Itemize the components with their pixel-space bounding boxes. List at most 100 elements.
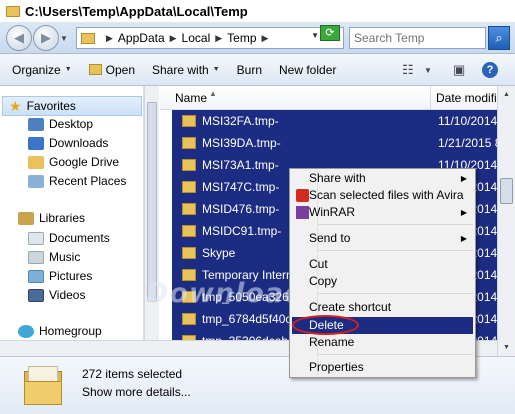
nav-item-google-drive[interactable]: Google Drive (28, 155, 119, 169)
forward-arrow-icon: ▶ (41, 30, 51, 45)
menu-item-cut[interactable]: Cut (292, 256, 473, 273)
nav-libraries[interactable]: Libraries (18, 211, 85, 225)
nav-item-videos[interactable]: Videos (28, 288, 85, 302)
submenu-arrow-icon: ▶ (460, 234, 467, 243)
folder-icon (182, 225, 196, 237)
menu-item-winrar[interactable]: WinRAR ▶ (292, 204, 473, 221)
nav-item-desktop[interactable]: Desktop (28, 117, 93, 131)
chevron-right-icon[interactable]: ▶ (170, 33, 177, 44)
search-icon: ⌕ (495, 30, 503, 45)
share-with-button[interactable]: Share with ▼ (152, 63, 220, 77)
menu-item-send-to[interactable]: Send to ▶ (292, 230, 473, 247)
caret-down-icon[interactable]: ▼ (424, 66, 432, 75)
folder-icon (182, 247, 196, 259)
submenu-arrow-icon: ▶ (460, 174, 467, 183)
menu-item-create-shortcut[interactable]: Create shortcut (292, 299, 473, 316)
caret-down-icon: ▼ (212, 66, 220, 73)
nav-item-label: Desktop (49, 117, 94, 131)
folder-icon (182, 313, 196, 325)
folder-front-part (24, 381, 62, 405)
nav-item-label: Videos (49, 288, 86, 302)
column-divider[interactable] (430, 86, 431, 110)
file-list-scrollbar[interactable]: ▲ ▼ (497, 86, 515, 356)
menu-item-label: Scan selected files with Avira (309, 188, 464, 202)
view-options-icon[interactable]: ☷ (402, 62, 414, 78)
column-header: Name ▲ Date modifie (160, 86, 497, 110)
breadcrumb-temp[interactable]: Temp (227, 31, 256, 45)
nav-item-documents[interactable]: Documents (28, 231, 110, 245)
breadcrumb-local[interactable]: Local (182, 31, 211, 45)
burn-label: Burn (236, 62, 262, 77)
pictures-icon (28, 269, 44, 283)
libraries-icon (18, 211, 34, 225)
refresh-button[interactable]: ⟳ (320, 25, 340, 41)
nav-item-label: Documents (49, 231, 110, 245)
caret-down-icon: ▼ (64, 66, 72, 73)
nav-scroll-thumb[interactable] (147, 102, 157, 302)
forward-button[interactable]: ▶ (33, 25, 59, 51)
new-folder-button[interactable]: New folder (279, 63, 336, 77)
menu-item-share-with[interactable]: Share with ▶ (292, 170, 473, 187)
organize-button[interactable]: Organize ▼ (12, 63, 72, 77)
preview-pane-icon[interactable]: ▣ (453, 62, 465, 78)
refresh-icon: ⟳ (325, 27, 335, 39)
open-label: Open (105, 62, 135, 77)
open-button[interactable]: Open (88, 62, 135, 77)
nav-scrollbar[interactable] (144, 86, 159, 356)
folder-icon (182, 269, 196, 281)
file-row[interactable]: MSI39DA.tmp- 1/21/2015 8 (172, 132, 497, 154)
file-row[interactable]: MSI32FA.tmp- 11/10/2014 (172, 110, 497, 132)
downloads-icon (28, 136, 44, 150)
nav-favorites[interactable]: ★ Favorites (2, 96, 142, 116)
menu-separator (318, 250, 473, 251)
column-date-header[interactable]: Date modifie (436, 91, 497, 105)
nav-item-recent-places[interactable]: Recent Places (28, 174, 126, 188)
sort-ascending-icon: ▲ (209, 89, 217, 98)
file-name: MSI32FA.tmp- (202, 114, 279, 128)
recent-pages-dropdown[interactable]: ▼ (60, 34, 68, 43)
nav-item-downloads[interactable]: Downloads (28, 136, 108, 150)
nav-favorites-label: Favorites (26, 99, 76, 113)
chevron-right-icon[interactable]: ▶ (215, 33, 222, 44)
nav-item-music[interactable]: Music (28, 250, 80, 264)
folder-icon (182, 203, 196, 215)
nav-libraries-label: Libraries (39, 211, 86, 225)
back-button[interactable]: ◀ (6, 25, 32, 51)
new-folder-label: New folder (279, 62, 337, 77)
nav-item-pictures[interactable]: Pictures (28, 269, 92, 283)
navigation-pane: ★ Favorites Desktop Downloads Google Dri… (0, 86, 144, 356)
homegroup-icon (18, 324, 34, 338)
menu-separator (318, 293, 473, 294)
nav-item-label: Music (49, 250, 81, 264)
menu-item-copy[interactable]: Copy (292, 273, 473, 290)
selected-count: 272 items selected (82, 367, 183, 381)
menu-separator (318, 354, 473, 355)
address-bar-row: ◀ ▶ ▼ ▶ AppData ▶ Local ▶ Temp ▶ ▼ ⟳ ⌕ (0, 22, 515, 54)
folder-icon (182, 137, 196, 149)
breadcrumb-appdata[interactable]: AppData (118, 31, 165, 45)
menu-item-label: Send to (309, 231, 351, 245)
documents-icon (28, 231, 44, 245)
burn-button[interactable]: Burn (237, 63, 262, 77)
column-name-header[interactable]: Name (175, 91, 207, 105)
folder-icon (182, 181, 196, 193)
search-button[interactable]: ⌕ (488, 26, 510, 50)
help-icon[interactable]: ? (482, 62, 498, 78)
menu-item-properties[interactable]: Properties (292, 359, 473, 376)
file-name: MSI39DA.tmp- (202, 136, 281, 150)
file-list-scroll-thumb[interactable] (500, 178, 513, 204)
scroll-down-icon[interactable]: ▼ (500, 341, 513, 354)
address-box[interactable]: ▶ AppData ▶ Local ▶ Temp ▶ ▼ (76, 27, 344, 49)
scroll-up-icon[interactable]: ▲ (500, 88, 513, 101)
nav-homegroup[interactable]: Homegroup (18, 324, 102, 338)
command-bar: Organize ▼ Open Share with ▼ Burn New fold… (0, 54, 515, 86)
file-date: 11/10/2014 (438, 114, 497, 128)
chevron-right-icon[interactable]: ▶ (262, 33, 269, 44)
avira-icon (296, 189, 309, 202)
chevron-right-icon[interactable]: ▶ (106, 33, 113, 44)
show-more-details-link[interactable]: Show more details... (82, 385, 191, 399)
address-dropdown[interactable]: ▼ (311, 31, 319, 40)
search-input[interactable] (349, 27, 486, 49)
menu-item-scan-avira[interactable]: Scan selected files with Avira (292, 187, 473, 204)
menu-item-rename[interactable]: Rename (292, 334, 473, 351)
